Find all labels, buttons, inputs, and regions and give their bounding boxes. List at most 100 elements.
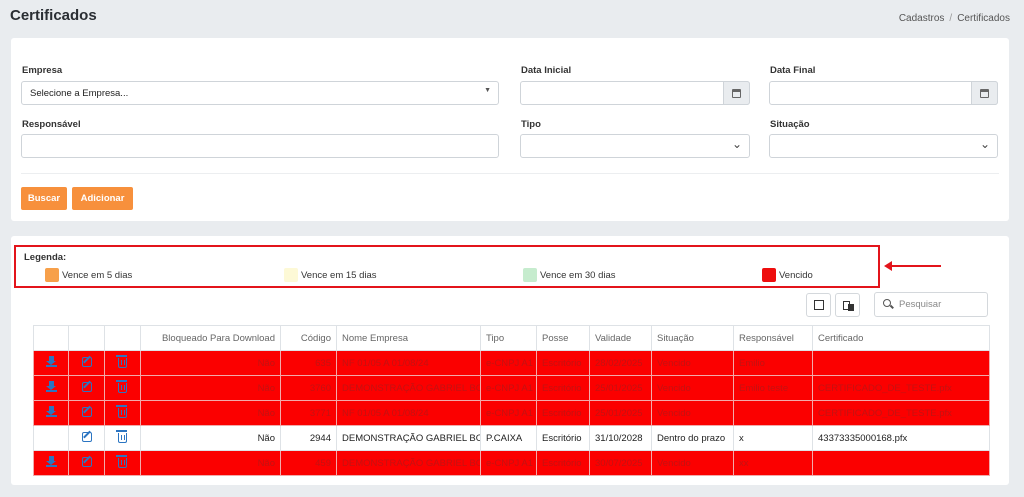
delete-button[interactable] (104, 400, 141, 426)
cell-bloqueado: Não (140, 450, 281, 476)
calendar-icon[interactable] (971, 81, 998, 105)
column-header-posse[interactable]: Posse (536, 325, 590, 351)
cell-certificado: CERTIFICADO_DE_TESTE.pfx (812, 400, 990, 426)
legend-swatch (45, 268, 59, 282)
divider (21, 173, 999, 174)
data-inicial-label: Data Inicial (521, 65, 572, 76)
edit-button[interactable] (68, 450, 105, 476)
legend-label: Vence em 5 dias (62, 269, 133, 281)
data-final-input[interactable] (769, 81, 998, 105)
download-icon (45, 356, 57, 367)
tipo-select[interactable]: ⌄ (520, 134, 750, 158)
download-button[interactable] (33, 400, 69, 426)
edit-button[interactable] (68, 400, 105, 426)
edit-icon (81, 381, 92, 392)
export-icon (813, 300, 824, 310)
cell-tipo: P.CAIXA (480, 425, 537, 451)
calendar-icon[interactable] (723, 81, 750, 105)
cell-posse: Escritório (536, 375, 590, 401)
empresa-select-value: Selecione a Empresa... (30, 88, 129, 99)
edit-icon (81, 406, 92, 417)
download-icon (45, 381, 57, 392)
cell-bloqueado: Não (140, 375, 281, 401)
cell-situacao: Vencido (651, 400, 734, 426)
cell-posse: Escritório (536, 450, 590, 476)
buscar-button[interactable]: Buscar (21, 187, 67, 210)
breadcrumb-cadastros[interactable]: Cadastros (899, 13, 945, 24)
edit-icon (81, 431, 92, 442)
cell-posse: Escritório (536, 425, 590, 451)
cell-validade: 25/01/2025 (589, 400, 652, 426)
situacao-select[interactable]: ⌄ (769, 134, 998, 158)
cell-responsavel: Emilio teste (733, 375, 813, 401)
legend-item-15-dias: Vence em 15 dias (284, 268, 377, 282)
cell-tipo: e-CNPJ A1 (480, 350, 537, 376)
column-header-situacao[interactable]: Situação (651, 325, 734, 351)
cell-certificado (812, 450, 990, 476)
adicionar-button[interactable]: Adicionar (72, 187, 133, 210)
delete-button[interactable] (104, 350, 141, 376)
cell-responsavel: Emilio (733, 350, 813, 376)
cell-situacao: Dentro do prazo (651, 425, 734, 451)
search-placeholder: Pesquisar (899, 299, 942, 310)
trash-icon (116, 454, 127, 468)
cell-validade: 25/01/2025 (589, 375, 652, 401)
responsavel-input[interactable] (21, 134, 499, 158)
breadcrumb-separator: / (949, 13, 953, 24)
search-icon (883, 299, 891, 307)
legend-item-5-dias: Vence em 5 dias (45, 268, 132, 282)
legend: Legenda: Vence em 5 dias Vence em 15 dia… (14, 245, 880, 288)
empresa-select[interactable]: Selecione a Empresa... ▼ (21, 81, 499, 105)
table-row: Não 3771 NF 01/05 A 01/08/24 e-CNPJ A1 E… (33, 400, 990, 426)
download-button[interactable] (33, 450, 69, 476)
table-row: Não 2944 DEMONSTRAÇÃO GABRIEL BOT P.CAIX… (33, 425, 990, 451)
cell-codigo: 3760 (280, 375, 337, 401)
column-header (33, 325, 69, 351)
edit-button[interactable] (68, 425, 105, 451)
column-header-empresa[interactable]: Nome Empresa (336, 325, 481, 351)
legend-item-30-dias: Vence em 30 dias (523, 268, 616, 282)
column-header-responsavel[interactable]: Responsável (733, 325, 813, 351)
column-header-codigo[interactable]: Código (280, 325, 337, 351)
legend-item-vencido: Vencido (762, 268, 813, 282)
table-header-row: Bloqueado Para Download Código Nome Empr… (33, 325, 990, 351)
delete-button[interactable] (104, 425, 141, 451)
column-header-bloqueado[interactable]: Bloqueado Para Download (140, 325, 281, 351)
delete-button[interactable] (104, 450, 141, 476)
download-button[interactable] (33, 350, 69, 376)
cell-codigo: 2944 (280, 425, 337, 451)
legend-swatch (762, 268, 776, 282)
column-header-certificado[interactable]: Certificado (812, 325, 990, 351)
download-icon (45, 406, 57, 417)
columns-button[interactable] (835, 293, 860, 317)
page-title: Certificados (10, 7, 97, 24)
cell-bloqueado: Não (140, 350, 281, 376)
column-header-tipo[interactable]: Tipo (480, 325, 537, 351)
trash-icon (116, 379, 127, 393)
filter-card: Empresa Selecione a Empresa... ▼ Data In… (11, 38, 1009, 221)
cell-responsavel: xx (733, 450, 813, 476)
data-final-label: Data Final (770, 65, 816, 76)
cell-certificado: 43373335000168.pfx (812, 425, 990, 451)
legend-title: Legenda: (24, 252, 67, 263)
edit-icon (81, 356, 92, 367)
edit-button[interactable] (68, 375, 105, 401)
data-inicial-input[interactable] (520, 81, 750, 105)
edit-button[interactable] (68, 350, 105, 376)
chevron-down-icon: ⌄ (731, 137, 742, 151)
situacao-label: Situação (770, 119, 810, 130)
download-button[interactable] (33, 375, 69, 401)
export-button[interactable] (806, 293, 831, 317)
column-header-validade[interactable]: Validade (589, 325, 652, 351)
cell-tipo: e-CNPJ A1 (480, 450, 537, 476)
cell-tipo: e-CNPJ A1 (480, 400, 537, 426)
legend-label: Vence em 30 dias (540, 269, 616, 281)
cell-situacao: Vencido (651, 350, 734, 376)
search-input[interactable]: Pesquisar (874, 292, 988, 317)
cell-certificado: CERTIFICADO_DE_TESTE.pfx (812, 375, 990, 401)
cell-validade: 30/07/2025 (589, 450, 652, 476)
cell-responsavel: x (733, 425, 813, 451)
cell-codigo: 3771 (280, 400, 337, 426)
delete-button[interactable] (104, 375, 141, 401)
legend-swatch (523, 268, 537, 282)
